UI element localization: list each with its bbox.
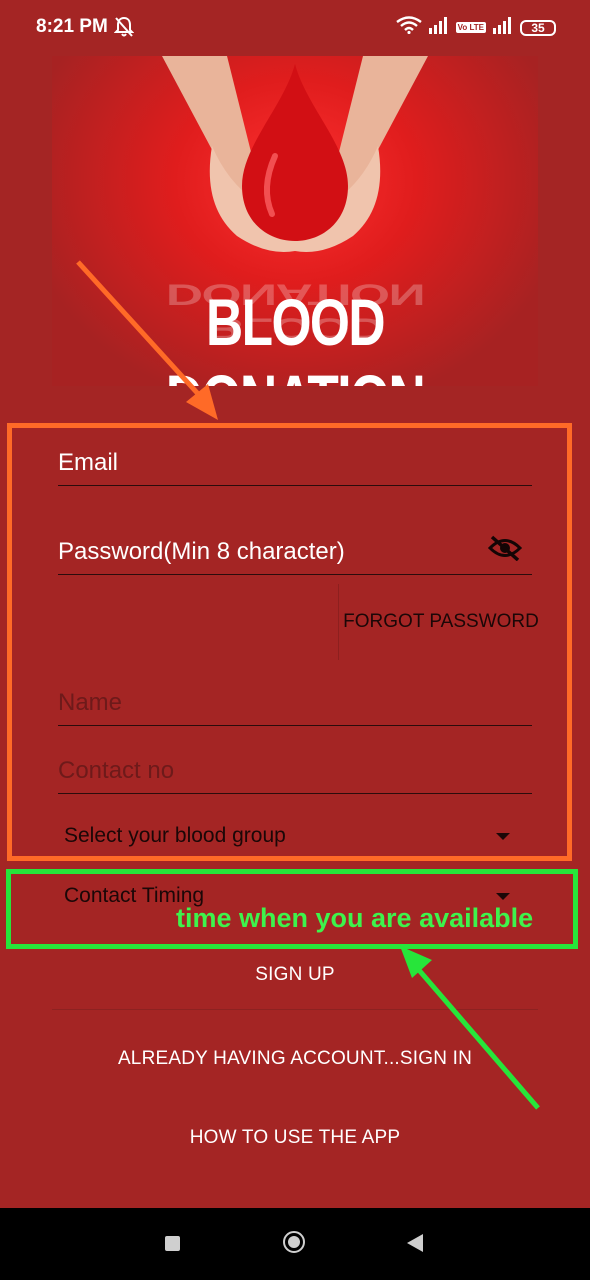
- banner-title-reflection: BLOOD DONATION: [165, 278, 425, 346]
- volte-badge: Vo LTE: [455, 22, 486, 33]
- status-time: 8:21 PM: [36, 16, 108, 37]
- availability-annotation: time when you are available: [176, 903, 534, 933]
- how-to-use-button[interactable]: HOW TO USE THE APP: [52, 1127, 538, 1149]
- sign-in-link[interactable]: ALREADY HAVING ACCOUNT...SIGN IN: [52, 1048, 538, 1070]
- recent-apps-icon[interactable]: [165, 1236, 180, 1251]
- bell-off-icon: [113, 16, 135, 43]
- system-nav-bar: [0, 1208, 590, 1280]
- blood-donation-banner: BLOOD DONATION BLOOD DONATION: [52, 56, 538, 386]
- divider: [52, 1009, 538, 1010]
- battery-icon: 35: [520, 19, 556, 36]
- sign-up-button[interactable]: SIGN UP: [52, 964, 538, 986]
- back-icon[interactable]: [407, 1234, 423, 1252]
- signal-icon: [428, 16, 450, 39]
- signal-icon: [492, 16, 514, 39]
- orange-highlight-box: [7, 423, 572, 861]
- status-bar: 8:21 PM Vo LTE 35: [0, 0, 590, 56]
- wifi-icon: [395, 16, 422, 39]
- home-icon[interactable]: [283, 1231, 305, 1253]
